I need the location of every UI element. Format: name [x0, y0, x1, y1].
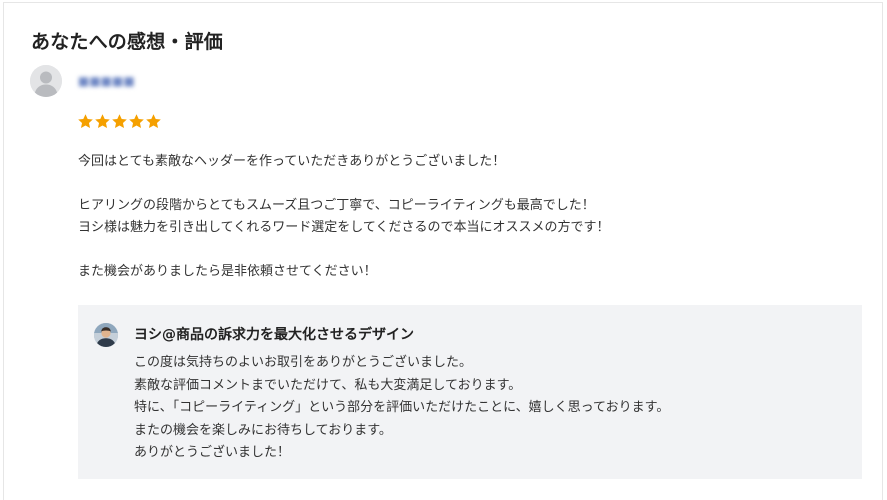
- reply-line: この度は気持ちのよいお取引をありがとうございました。: [134, 355, 473, 370]
- reply-line: 素敵な評価コメントまでいただけて、私も大変満足しております。: [134, 377, 522, 393]
- review-line: 今回はとても素敵なヘッダーを作っていただきありがとうございました！: [78, 154, 506, 169]
- star-icon: [78, 114, 93, 129]
- seller-photo-icon: [94, 323, 118, 347]
- reply-line: またの機会を楽しみにお待ちしております。: [134, 422, 392, 438]
- star-icon: [95, 114, 110, 129]
- seller-reply: ヨシ@商品の訴求力を最大化させるデザイン この度は気持ちのよいお取引をありがとう…: [78, 305, 862, 479]
- section-title: あなたへの感想・評価: [31, 31, 224, 53]
- seller-name[interactable]: ヨシ@商品の訴求力を最大化させるデザイン: [134, 324, 414, 344]
- reply-line: 特に、「コピーライティング」という部分を評価いただけたことに、嬉しく思っておりま…: [134, 400, 670, 415]
- review-line: ヨシ様は魅力を引き出してくれるワード選定をしてくださるので本当にオススメの方です…: [78, 220, 610, 235]
- reply-line: ありがとうございました！: [134, 445, 291, 460]
- star-icon: [146, 114, 161, 129]
- reviewer-name[interactable]: ■■■■■: [78, 74, 142, 88]
- review-text: 今回はとても素敵なヘッダーを作っていただきありがとうございました！ ヒアリングの…: [78, 151, 838, 283]
- reviewer-avatar-icon[interactable]: [30, 65, 62, 97]
- review-card: あなたへの感想・評価 ■■■■■ 今回はとても素敵なヘッダーを作っていただきあり…: [3, 2, 883, 500]
- star-icon: [112, 114, 127, 129]
- review-line: ヒアリングの段階からとてもスムーズ且つご丁寧で、コピーライティングも最高でした！: [78, 198, 595, 213]
- review-line: また機会がありましたら是非依頼させてください！: [78, 264, 377, 279]
- reply-text: この度は気持ちのよいお取引をありがとうございました。 素敵な評価コメントまでいた…: [134, 352, 669, 465]
- review-blank-line: [78, 173, 838, 195]
- star-icon: [129, 114, 144, 129]
- default-user-icon: [30, 65, 62, 97]
- review-blank-line: [78, 239, 838, 261]
- seller-avatar-icon[interactable]: [94, 323, 118, 347]
- star-rating: [77, 113, 162, 130]
